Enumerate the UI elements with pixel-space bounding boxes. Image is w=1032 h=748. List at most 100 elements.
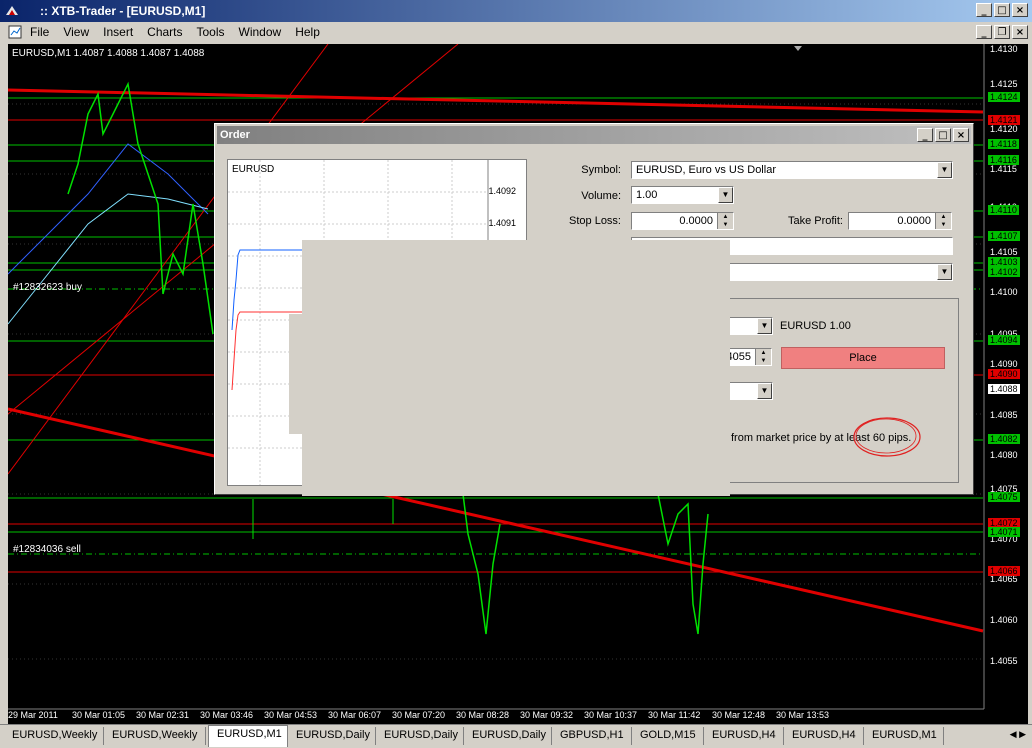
window-title: :: XTB-Trader - [EURUSD,M1] [40,4,206,18]
menu-file[interactable]: File [30,25,49,39]
price-level-tag: 1.4107 [988,231,1020,241]
volume-label: Volume: [581,190,621,202]
price-axis-label: 1.4055 [990,656,1018,666]
symbol-select-value: EURUSD, Euro vs US Dollar [636,164,776,176]
current-price-tag: 1.4088 [988,384,1020,394]
price-level-tag: 1.4124 [988,92,1020,102]
chart-tab-active[interactable]: EURUSD,M1 [208,725,288,747]
redraw-artifact [302,240,730,496]
chart-tab[interactable]: EURUSD,M1 [864,727,944,745]
tick-price-label: 1.4091 [488,218,516,228]
price-axis-label: 1.4085 [990,410,1018,420]
price-level-tag: 1.4110 [988,205,1019,215]
chevron-down-icon[interactable]: ▼ [937,264,952,280]
minimize-button[interactable]: _ [976,3,992,17]
close-button[interactable]: × [1012,3,1028,17]
menu-charts[interactable]: Charts [147,25,182,39]
dialog-title: Order [220,129,250,141]
price-level-tag: 1.4118 [988,139,1019,149]
app-icon [6,6,18,15]
time-axis-label: 30 Mar 06:07 [328,710,382,720]
symbol-select[interactable]: EURUSD, Euro vs US Dollar ▼ [631,161,953,179]
chart-tab[interactable]: EURUSD,H4 [784,727,864,745]
chevron-down-icon[interactable]: ▼ [937,162,952,178]
price-level-tag: 1.4121 [988,115,1020,125]
chart-tab[interactable]: EURUSD,Weekly [4,727,104,745]
price-level-tag: 1.4075 [988,492,1020,502]
chart-tab[interactable]: EURUSD,Daily [376,727,464,745]
time-axis-label: 30 Mar 02:31 [136,710,190,720]
price-level-tag: 1.4102 [988,267,1020,277]
order-dialog: Order _ □ × EURUSD 1.4092 1.4091 Symbol:… [214,123,974,496]
maximize-button[interactable]: □ [994,3,1010,17]
price-axis-label: 1.4115 [990,164,1017,174]
child-close-button[interactable]: × [1012,25,1028,39]
chart-tab[interactable]: EURUSD,Daily [288,727,376,745]
menu-tools[interactable]: Tools [197,25,225,39]
stop-loss-input[interactable]: 0.0000 ▲ ▼ [631,212,734,230]
chevron-down-icon[interactable]: ▼ [757,383,772,399]
chart-document-icon [8,25,22,39]
time-axis-label: 30 Mar 13:53 [776,710,830,720]
price-axis-label: 1.4105 [990,247,1018,257]
stop-loss-value: 0.0000 [679,215,713,227]
pending-price-value: 4055 [726,351,751,363]
take-profit-value: 0.0000 [897,215,931,227]
time-axis-label: 30 Mar 07:20 [392,710,446,720]
place-button[interactable]: Place [781,347,945,369]
chart-tab[interactable]: EURUSD,Weekly [104,727,206,745]
time-axis-label: 30 Mar 10:37 [584,710,638,720]
child-restore-button[interactable]: ❐ [994,25,1010,39]
chart-tab[interactable]: EURUSD,H4 [704,727,784,745]
volume-select-value: 1.00 [636,189,658,201]
redraw-artifact [289,314,303,434]
chart-symbol-info: EURUSD,M1 1.4087 1.4088 1.4087 1.4088 [12,48,205,59]
dialog-close-button[interactable]: × [953,128,969,142]
time-axis-label: 30 Mar 12:48 [712,710,766,720]
dialog-title-bar[interactable]: Order _ □ × [217,126,971,144]
time-axis-label: 29 Mar 2011 [8,710,58,720]
child-minimize-button[interactable]: _ [976,25,992,39]
time-axis-label: 30 Mar 01:05 [72,710,126,720]
chevron-down-icon[interactable]: ▼ [718,187,733,203]
price-level-tag: 1.4116 [988,155,1019,165]
menu-insert[interactable]: Insert [103,25,133,39]
chevron-down-icon[interactable]: ▼ [757,318,772,334]
sell-order-label: #12834036 sell [13,544,81,555]
menu-bar: File View Insert Charts Tools Window Hel… [0,22,1032,42]
time-axis-label: 30 Mar 04:53 [264,710,318,720]
buy-order-label: #12832623 buy [13,282,82,293]
price-level-tag: 1.4090 [988,369,1020,379]
chart-tab[interactable]: GBPUSD,H1 [552,727,632,745]
price-axis-label: 1.4125 [990,79,1018,89]
menu-view[interactable]: View [63,25,89,39]
price-level-tag: 1.4066 [988,566,1020,576]
dialog-maximize-button[interactable]: □ [935,128,951,142]
chart-tab[interactable]: EURUSD,Daily [464,727,552,745]
dialog-minimize-button[interactable]: _ [917,128,933,142]
tab-scroll-arrows-icon[interactable]: ◀ ▶ [1010,729,1026,740]
price-level-tag: 1.4071 [988,527,1020,537]
red-circle-annotation [853,417,921,457]
volume-select[interactable]: 1.00 ▼ [631,186,734,204]
chart-tab[interactable]: GOLD,M15 [632,727,704,745]
title-bar: :: XTB-Trader - [EURUSD,M1] _ □ × [0,0,1032,22]
order-type-select[interactable]: ▼ [715,263,953,281]
spinner-icon[interactable]: ▲ ▼ [935,213,951,229]
time-axis-label: 30 Mar 09:32 [520,710,574,720]
menu-help[interactable]: Help [295,25,320,39]
time-axis-label: 30 Mar 08:28 [456,710,510,720]
price-level-tag: 1.4094 [988,335,1020,345]
time-axis-label: 30 Mar 03:46 [200,710,254,720]
price-level-tag: 1.4103 [988,257,1020,267]
price-axis-label: 1.4120 [990,124,1018,134]
take-profit-input[interactable]: 0.0000 ▲ ▼ [848,212,952,230]
menu-window[interactable]: Window [239,25,282,39]
price-axis-label: 1.4100 [990,287,1018,297]
tick-price-label: 1.4092 [488,186,516,196]
spinner-icon[interactable]: ▲ ▼ [755,349,771,365]
price-level-tag: 1.4082 [988,434,1020,444]
spinner-icon[interactable]: ▲ ▼ [717,213,733,229]
stop-loss-label: Stop Loss: [569,215,621,227]
chart-shift-marker-icon[interactable] [794,46,802,51]
